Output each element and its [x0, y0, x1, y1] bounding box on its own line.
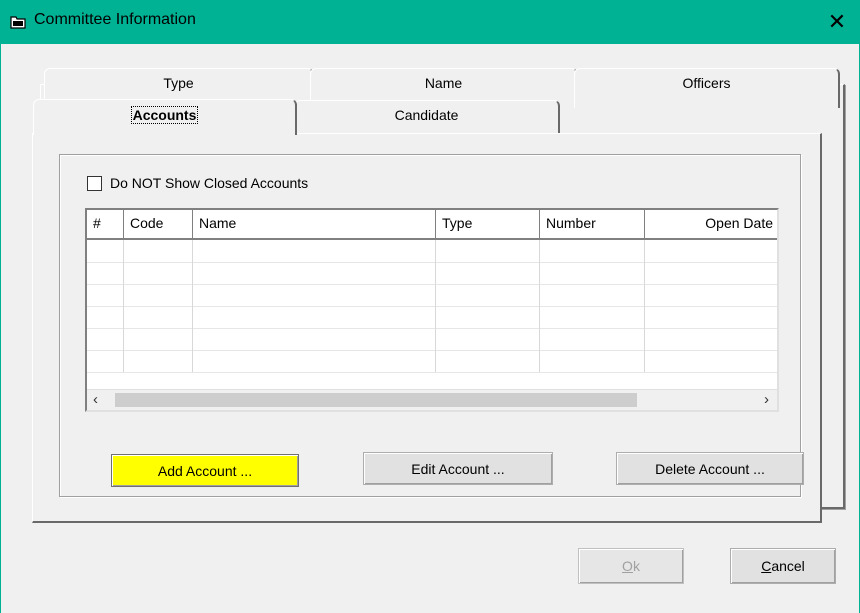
- add-account-button[interactable]: Add Account ...: [111, 454, 299, 487]
- title-bar: Committee Information ✕: [0, 0, 860, 44]
- table-row[interactable]: [87, 306, 777, 329]
- edit-account-button[interactable]: Edit Account ...: [363, 452, 553, 485]
- tab-officers-label: Officers: [682, 75, 731, 91]
- delete-account-label: Delete Account ...: [655, 460, 765, 477]
- tab-accounts[interactable]: Accounts: [33, 99, 297, 135]
- edit-account-label: Edit Account ...: [411, 460, 505, 477]
- chevron-left-icon[interactable]: ‹: [93, 391, 98, 408]
- tab-name[interactable]: Name: [310, 68, 578, 101]
- tab-candidate-label: Candidate: [394, 107, 459, 123]
- close-button[interactable]: ✕: [814, 0, 860, 44]
- col-header-code[interactable]: Code: [124, 210, 193, 238]
- chevron-right-icon[interactable]: ›: [764, 391, 769, 408]
- cancel-label-rest: ancel: [771, 558, 805, 574]
- col-header-number[interactable]: #: [87, 210, 124, 238]
- tab-type[interactable]: Type: [44, 68, 314, 101]
- ok-button[interactable]: Ok: [578, 548, 684, 584]
- ok-label-rest: k: [632, 558, 640, 574]
- tab-officers[interactable]: Officers: [574, 68, 840, 108]
- col-header-account-number[interactable]: Number: [540, 210, 645, 238]
- close-icon: ✕: [827, 9, 847, 34]
- hide-closed-label: Do NOT Show Closed Accounts: [110, 175, 309, 191]
- table-row[interactable]: [87, 284, 777, 307]
- table-row[interactable]: [87, 262, 777, 285]
- table-row[interactable]: [87, 350, 777, 373]
- ok-mnemonic: O: [622, 558, 633, 574]
- window-title: Committee Information: [34, 11, 196, 28]
- col-header-name[interactable]: Name: [193, 210, 436, 238]
- cancel-mnemonic: C: [761, 558, 772, 574]
- table-row[interactable]: [87, 328, 777, 351]
- accounts-grid[interactable]: # Code Name Type Number Open Date ‹ ›: [85, 208, 779, 412]
- cancel-button[interactable]: Cancel: [730, 548, 836, 584]
- grid-header: # Code Name Type Number Open Date: [87, 210, 777, 240]
- col-header-type[interactable]: Type: [436, 210, 540, 238]
- hide-closed-checkbox-row[interactable]: Do NOT Show Closed Accounts: [87, 175, 308, 191]
- table-row[interactable]: [87, 240, 777, 263]
- col-header-open-date[interactable]: Open Date: [645, 210, 777, 238]
- tab-candidate[interactable]: Candidate: [294, 100, 560, 133]
- tab-name-label: Name: [424, 75, 463, 91]
- accounts-tab-panel: Do NOT Show Closed Accounts # Code Name …: [32, 133, 822, 523]
- tab-type-label: Type: [163, 75, 194, 91]
- accounts-group: Do NOT Show Closed Accounts # Code Name …: [59, 154, 804, 497]
- tab-accounts-label: Accounts: [130, 106, 199, 124]
- delete-account-button[interactable]: Delete Account ...: [616, 452, 804, 485]
- horizontal-scrollbar[interactable]: ‹ ›: [87, 389, 777, 410]
- scrollbar-thumb[interactable]: [115, 393, 637, 407]
- folder-icon: [10, 16, 26, 29]
- hide-closed-checkbox[interactable]: [87, 175, 102, 191]
- add-account-label: Add Account ...: [157, 462, 253, 479]
